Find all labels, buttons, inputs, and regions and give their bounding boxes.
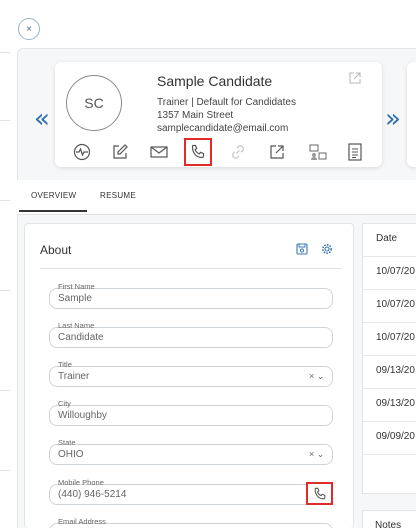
first-name-value: Sample: [58, 293, 92, 304]
first-name-label: First Name: [58, 282, 95, 291]
title-value: Trainer: [58, 371, 90, 382]
title-clear-icon[interactable]: × ⌄: [309, 371, 324, 382]
call-phone-button[interactable]: [306, 482, 333, 505]
active-tab-indicator: [19, 210, 87, 212]
candidate-address: 1357 Main Street: [157, 110, 234, 121]
candidate-role: Trainer | Default for Candidates: [157, 97, 296, 108]
email-address-label: Email Address: [58, 517, 106, 526]
phone-icon[interactable]: [184, 138, 212, 166]
close-button[interactable]: ×: [18, 18, 40, 40]
activity-icon[interactable]: [70, 140, 94, 164]
org-chart-icon[interactable]: [306, 140, 330, 164]
notes-title: Notes: [375, 520, 402, 528]
tab-resume[interactable]: RESUME: [100, 191, 136, 200]
tab-divider: [17, 214, 416, 215]
title-label: Title: [58, 360, 72, 369]
edit-icon[interactable]: [108, 140, 132, 164]
gear-icon[interactable]: [321, 243, 333, 258]
about-title: About: [40, 243, 72, 257]
table-row[interactable]: 10/07/20: [376, 332, 416, 343]
state-clear-icon[interactable]: × ⌄: [309, 449, 324, 460]
open-external-icon[interactable]: [265, 140, 289, 164]
phone-icon: [314, 487, 325, 499]
last-name-label: Last Name: [58, 321, 95, 330]
save-icon[interactable]: [296, 243, 308, 258]
avatar: SC: [66, 75, 122, 131]
last-name-value: Candidate: [58, 332, 104, 343]
state-value: OHIO: [58, 449, 84, 460]
title-select[interactable]: [49, 366, 333, 387]
email-icon[interactable]: [147, 140, 171, 164]
candidate-name: Sample Candidate: [157, 73, 273, 89]
open-in-new-icon[interactable]: [349, 72, 361, 87]
double-chevron-right-icon: »: [385, 104, 401, 134]
city-value: Willoughby: [58, 410, 107, 421]
mobile-phone-value: (440) 946-5214: [58, 489, 127, 500]
table-row[interactable]: 09/13/20: [376, 398, 416, 409]
table-row[interactable]: 10/07/20: [376, 299, 416, 310]
link-icon[interactable]: [226, 140, 250, 164]
previous-candidate-button[interactable]: «: [34, 104, 50, 134]
table-row[interactable]: 10/07/20: [376, 266, 416, 277]
mobile-phone-label: Mobile Phone: [58, 478, 104, 487]
about-divider: [40, 268, 342, 269]
city-label: City: [58, 399, 71, 408]
tab-overview[interactable]: OVERVIEW: [31, 191, 76, 200]
background-list: [0, 0, 17, 528]
state-label: State: [58, 438, 76, 447]
table-row[interactable]: 09/13/20: [376, 365, 416, 376]
table-header-date: Date: [376, 233, 398, 244]
table-row[interactable]: 09/09/20: [376, 431, 416, 442]
next-card-preview: [407, 62, 416, 167]
double-chevron-left-icon: «: [34, 104, 50, 134]
document-icon[interactable]: [343, 140, 367, 164]
close-icon: ×: [26, 23, 32, 35]
candidate-email: samplecandidate@email.com: [157, 123, 289, 134]
state-select[interactable]: [49, 444, 333, 465]
next-candidate-button[interactable]: »: [385, 104, 401, 134]
